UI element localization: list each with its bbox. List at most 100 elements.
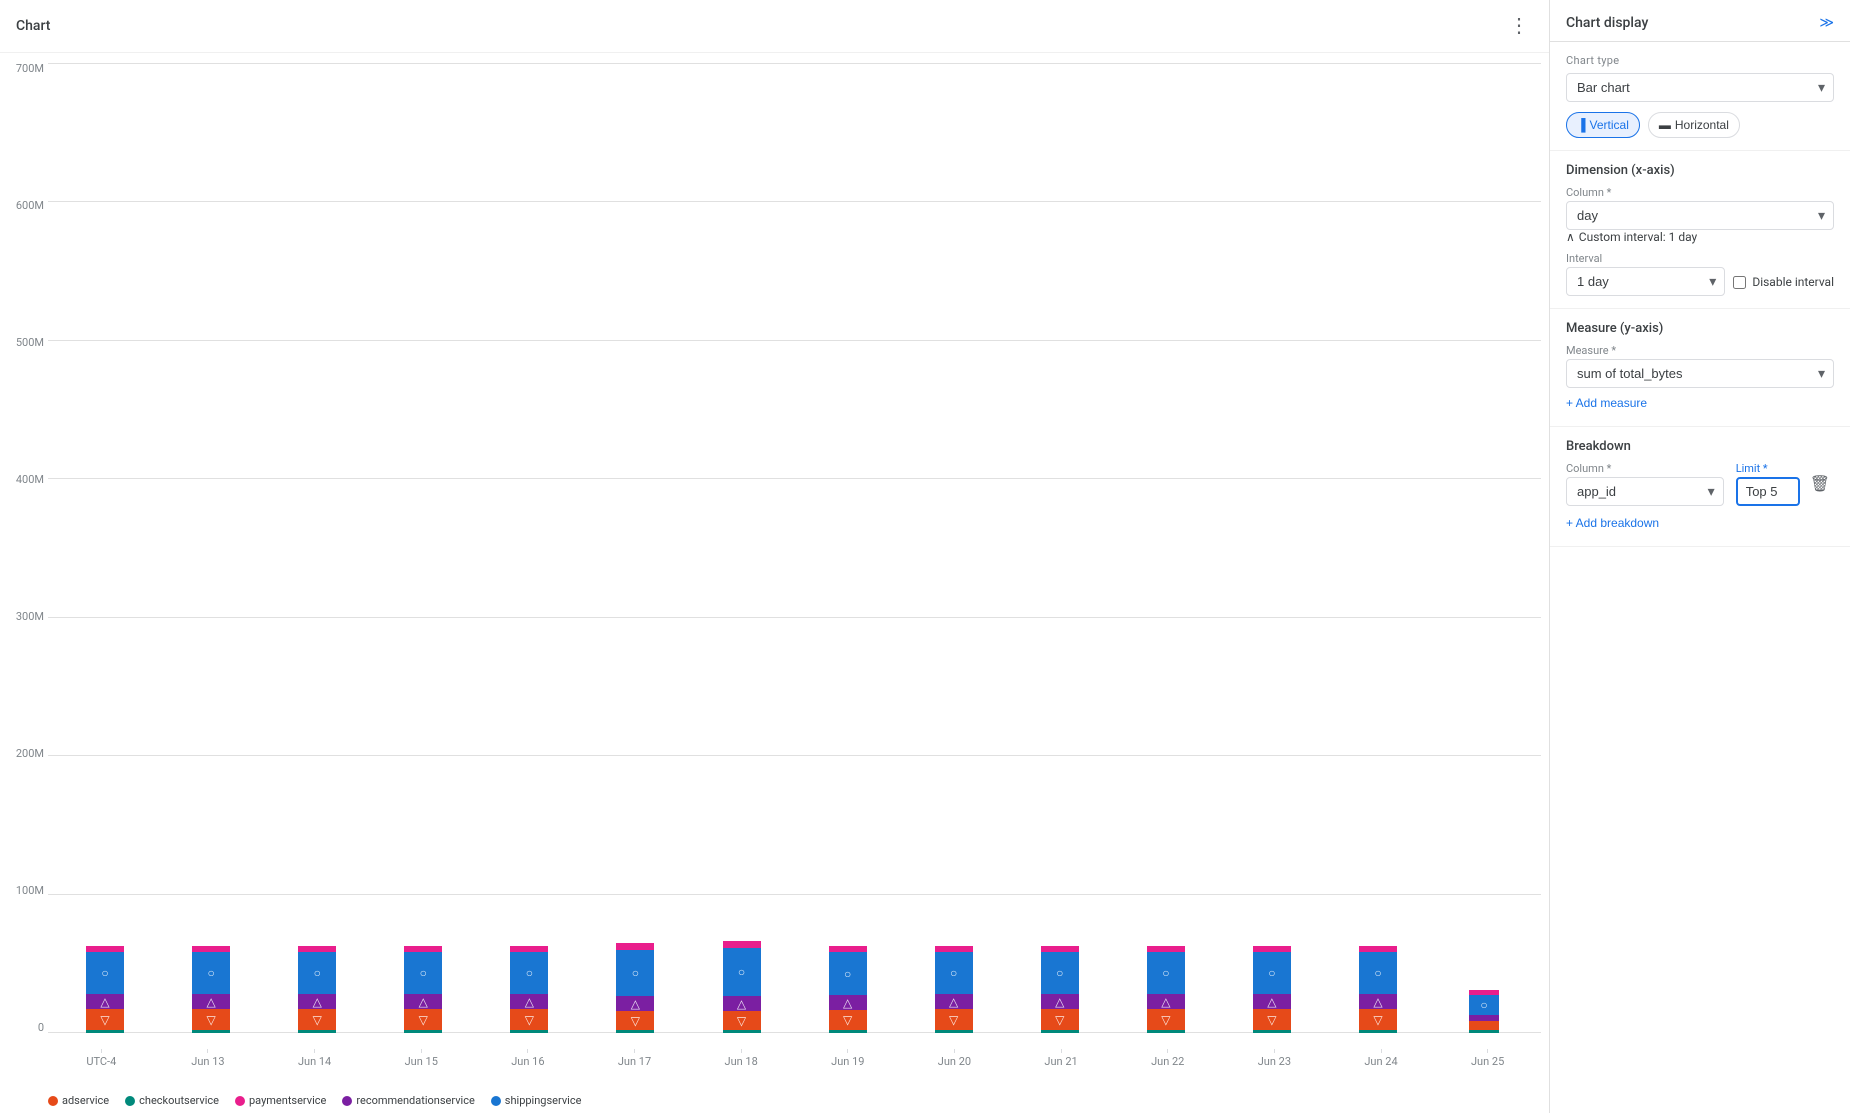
collapse-icon: ∧ [1566,230,1575,244]
horizontal-orientation-button[interactable]: ▬ Horizontal [1648,112,1740,138]
stacked-bar[interactable]: ▽△○ [616,943,654,1033]
x-tick [207,1049,208,1053]
x-tick [1487,1049,1488,1053]
stacked-bar[interactable]: ○ [1469,990,1499,1033]
vertical-orientation-button[interactable]: ▐ Vertical [1566,112,1640,138]
stacked-bar[interactable]: ▽△○ [1253,946,1291,1033]
bar-group[interactable]: ▽△○ [582,63,688,1033]
stacked-bar[interactable]: ▽△○ [86,946,124,1033]
stacked-bar[interactable]: ▽△○ [192,946,230,1033]
breakdown-col-select-wrapper: app_id service region ▾ [1566,477,1724,506]
add-breakdown-button[interactable]: + Add breakdown [1566,512,1659,534]
x-label-group: Jun 24 [1328,1049,1435,1069]
bar-group[interactable]: ▽△○ [476,63,582,1033]
x-label: Jun 19 [831,1055,864,1068]
bar-group[interactable]: ▽△○ [1113,63,1219,1033]
x-axis: UTC-4Jun 13Jun 14Jun 15Jun 16Jun 17Jun 1… [48,1049,1541,1069]
dimension-select[interactable]: day week month [1567,202,1833,229]
legend-dot [48,1096,58,1106]
stacked-bar[interactable]: ▽△○ [1359,946,1397,1033]
bar-group[interactable]: ▽△○ [52,63,158,1033]
x-label-group: Jun 14 [261,1049,368,1069]
x-label-group: Jun 22 [1114,1049,1221,1069]
bar-segment-purple: △ [723,996,761,1011]
bar-segment-teal [829,1030,867,1033]
dimension-section: Dimension (x-axis) Column * day week mon… [1550,151,1850,309]
x-label: Jun 16 [511,1055,544,1068]
x-tick [421,1049,422,1053]
stacked-bar[interactable]: ▽△○ [1041,946,1079,1033]
breakdown-delete-button[interactable]: 🗑 [1806,472,1834,496]
disable-interval-checkbox[interactable] [1733,276,1746,289]
x-tick [634,1049,635,1053]
stacked-bar[interactable]: ▽△○ [1147,946,1185,1033]
breakdown-title: Breakdown [1566,439,1834,454]
bar-segment-pink [935,946,973,952]
bars-container: ▽△○▽△○▽△○▽△○▽△○▽△○▽△○▽△○▽△○▽△○▽△○▽△○▽△○○ [48,63,1541,1033]
measure-select[interactable]: sum of total_bytes avg of total_bytes co… [1567,360,1833,387]
disable-interval-row: Disable interval [1733,275,1834,289]
custom-interval-header[interactable]: ∧ Custom interval: 1 day [1566,230,1834,244]
bar-group[interactable]: ▽△○ [1007,63,1113,1033]
bar-segment-blue: ○ [86,952,124,994]
breakdown-limit-input[interactable] [1736,477,1800,506]
bar-segment-pink [723,941,761,948]
legend-dot [125,1096,135,1106]
legend-item: recommendationservice [342,1094,474,1107]
y-axis-label: 100M [0,885,44,896]
panel-header: Chart display ≫ [1550,0,1850,42]
bar-group[interactable]: ○ [1431,63,1537,1033]
bar-segment-blue: ○ [935,952,973,994]
x-label: Jun 22 [1151,1055,1184,1068]
stacked-bar[interactable]: ▽△○ [829,946,867,1033]
bar-segment-teal [1359,1030,1397,1033]
y-axis-label: 200M [0,748,44,759]
add-measure-button[interactable]: + Add measure [1566,392,1647,414]
x-label: Jun 20 [938,1055,971,1068]
x-label: Jun 24 [1364,1055,1397,1068]
bar-segment-orange: ▽ [510,1009,548,1030]
stacked-bar[interactable]: ▽△○ [723,941,761,1033]
x-label: Jun 21 [1044,1055,1077,1068]
bar-group[interactable]: ▽△○ [1325,63,1431,1033]
bar-segment-teal [1041,1030,1079,1033]
x-label-group: Jun 21 [1008,1049,1115,1069]
x-tick [314,1049,315,1053]
bar-segment-pink [192,946,230,952]
legend-item: adservice [48,1094,109,1107]
panel-expand-button[interactable]: ≫ [1819,14,1834,31]
bar-segment-blue: ○ [1469,995,1499,1015]
bar-group[interactable]: ▽△○ [370,63,476,1033]
chart-type-select[interactable]: Bar chart Line chart Pie chart [1567,74,1833,101]
bar-segment-pink [298,946,336,952]
stacked-bar[interactable]: ▽△○ [510,946,548,1033]
dimension-col-label: Column * [1566,186,1834,199]
bar-segment-teal [1253,1030,1291,1033]
bar-group[interactable]: ▽△○ [158,63,264,1033]
bar-group[interactable]: ▽△○ [688,63,794,1033]
stacked-bar[interactable]: ▽△○ [935,946,973,1033]
legend-label: recommendationservice [356,1094,474,1107]
interval-select[interactable]: 1 day 1 hour 1 week [1567,268,1724,295]
bar-segment-blue: ○ [404,952,442,994]
x-tick [847,1049,848,1053]
breakdown-col-select[interactable]: app_id service region [1567,478,1723,505]
chart-menu-button[interactable]: ⋮ [1505,12,1533,40]
bar-segment-orange: ▽ [1041,1009,1079,1030]
bar-segment-purple: △ [510,994,548,1009]
bar-group[interactable]: ▽△○ [901,63,1007,1033]
bar-segment-purple: △ [1041,994,1079,1009]
bar-segment-teal [1147,1030,1185,1033]
bar-segment-purple: △ [86,994,124,1009]
bar-group[interactable]: ▽△○ [264,63,370,1033]
bar-group[interactable]: ▽△○ [1219,63,1325,1033]
stacked-bar[interactable]: ▽△○ [404,946,442,1033]
bar-segment-orange: ▽ [1359,1009,1397,1030]
stacked-bar[interactable]: ▽△○ [298,946,336,1033]
bar-segment-orange: ▽ [616,1011,654,1030]
vertical-icon: ▐ [1577,118,1586,132]
bar-segment-pink [1147,946,1185,952]
bar-group[interactable]: ▽△○ [795,63,901,1033]
bar-segment-pink [404,946,442,952]
bar-segment-purple: △ [935,994,973,1009]
